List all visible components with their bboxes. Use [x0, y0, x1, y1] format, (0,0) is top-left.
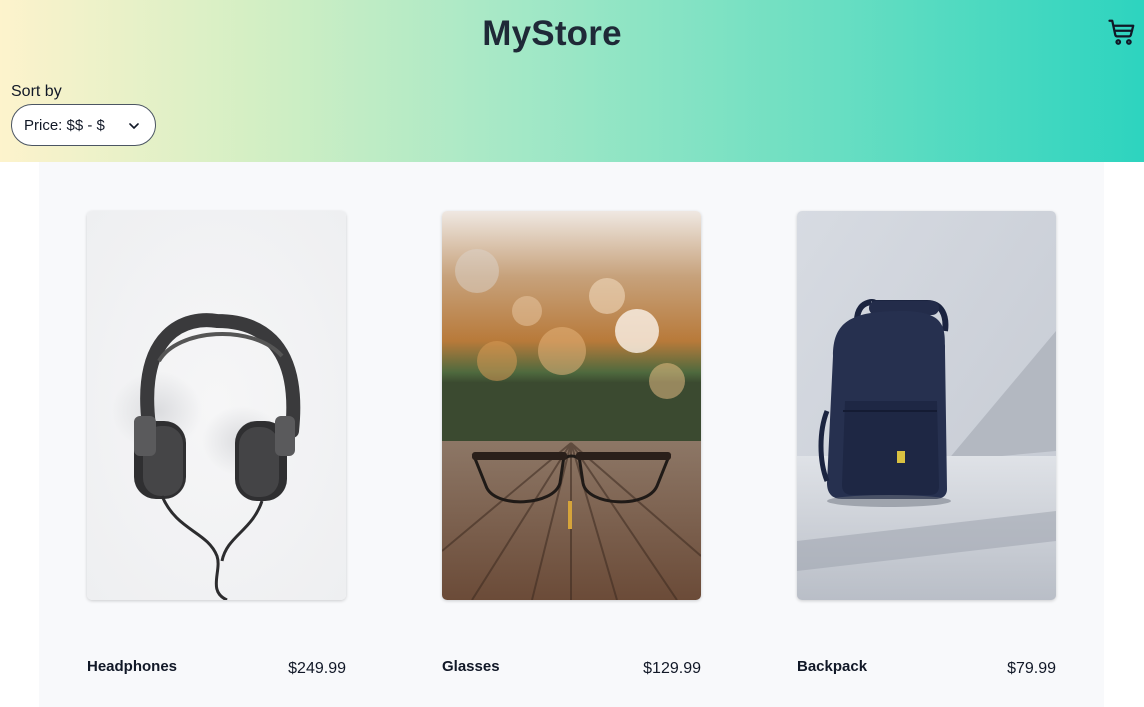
product-name[interactable]: Glasses — [442, 658, 500, 675]
product-image[interactable] — [87, 211, 346, 600]
product-price: $79.99 — [1007, 660, 1056, 677]
glasses-photo — [442, 211, 701, 600]
backpack-photo — [797, 211, 1056, 600]
cart-button[interactable] — [1104, 14, 1140, 50]
sort-selected-value: Price: $$ - $ — [24, 116, 105, 134]
chevron-down-icon — [127, 119, 141, 133]
sort-select[interactable]: Price: $$ - $ — [11, 104, 156, 146]
shopping-cart-icon — [1107, 17, 1137, 47]
sort-label: Sort by — [11, 83, 62, 100]
store-title: MyStore — [482, 14, 622, 53]
product-image[interactable] — [797, 211, 1056, 600]
product-grid: Headphones $249.99 Glasses $129.99 Backp… — [39, 162, 1104, 707]
product-price: $249.99 — [288, 660, 346, 677]
site-header: MyStore Sort by Price: $$ - $ — [0, 0, 1144, 162]
headphones-photo — [87, 211, 346, 600]
product-name[interactable]: Backpack — [797, 658, 867, 675]
product-price: $129.99 — [643, 660, 701, 677]
product-image[interactable] — [442, 211, 701, 600]
product-name[interactable]: Headphones — [87, 658, 177, 675]
